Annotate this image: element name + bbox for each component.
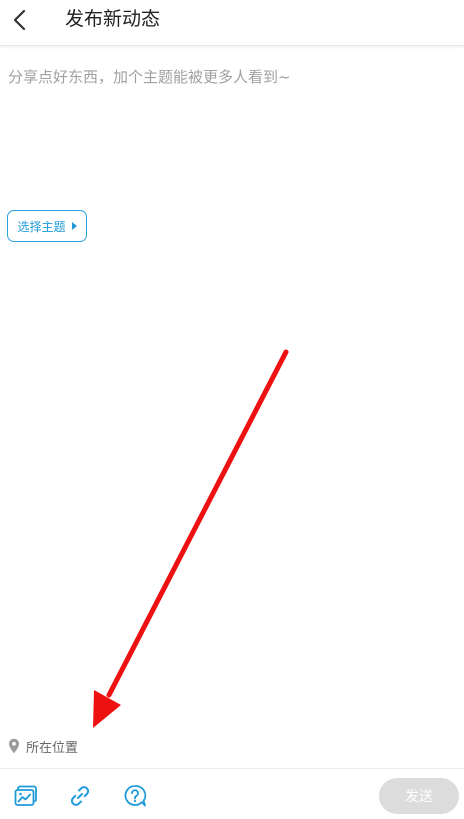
insert-link-button[interactable] — [67, 783, 93, 809]
ask-question-button[interactable] — [122, 783, 148, 809]
send-button[interactable]: 发送 — [379, 778, 459, 814]
page-title: 发布新动态 — [65, 8, 161, 30]
triangle-right-icon — [71, 222, 77, 230]
back-button[interactable] — [4, 4, 36, 36]
link-icon — [70, 786, 90, 806]
select-topic-label: 选择主题 — [17, 219, 66, 234]
chevron-left-icon — [13, 9, 26, 31]
question-bubble-icon — [124, 785, 147, 807]
select-topic-button[interactable]: 选择主题 — [7, 210, 87, 242]
post-content-input[interactable] — [8, 66, 456, 196]
location-label: 所在位置 — [26, 740, 79, 756]
insert-image-button[interactable] — [13, 783, 39, 809]
header-bar: 发布新动态 — [0, 0, 464, 46]
location-pin-icon — [9, 738, 19, 754]
image-icon — [14, 785, 37, 806]
location-selector[interactable]: 所在位置 — [8, 735, 78, 757]
bottom-toolbar: 发送 — [0, 768, 464, 819]
